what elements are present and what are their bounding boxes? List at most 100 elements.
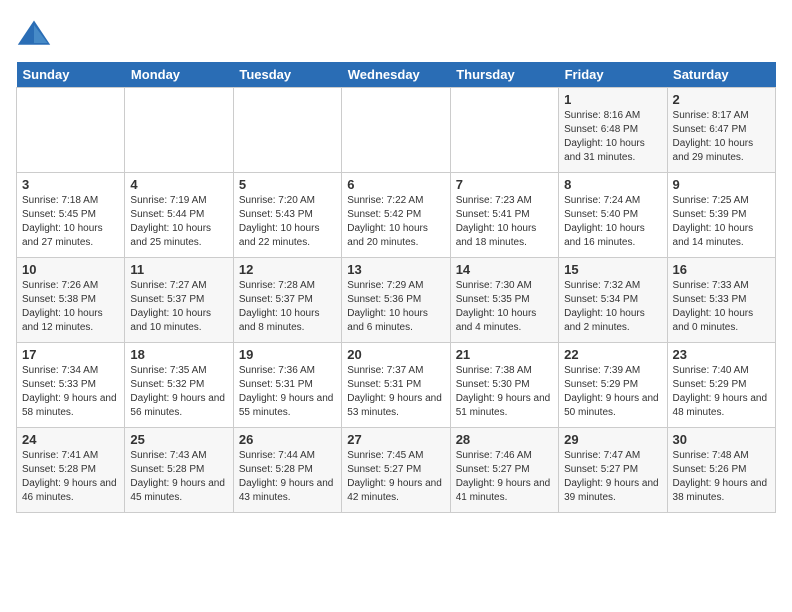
header-monday: Monday [125,62,233,88]
header-friday: Friday [559,62,667,88]
calendar-cell-w2-d3: 6 Sunrise: 7:22 AM Sunset: 5:42 PM Daylig… [342,173,450,258]
day-number: 2 [673,92,770,107]
day-info: Sunrise: 7:29 AM Sunset: 5:36 PM Dayligh… [347,279,444,335]
day-number: 12 [239,262,336,277]
day-number: 25 [130,432,227,447]
day-info: Sunrise: 7:25 AM Sunset: 5:39 PM Dayligh… [673,194,770,250]
calendar-cell-w4-d3: 20 Sunrise: 7:37 AM Sunset: 5:31 PM Dayli… [342,343,450,428]
day-number: 1 [564,92,661,107]
day-info: Sunrise: 7:35 AM Sunset: 5:32 PM Dayligh… [130,364,227,420]
day-number: 21 [456,347,553,362]
calendar-cell-w1-d1 [125,88,233,173]
calendar-header-row: SundayMondayTuesdayWednesdayThursdayFrid… [17,62,776,88]
header-sunday: Sunday [17,62,125,88]
calendar-cell-w5-d3: 27 Sunrise: 7:45 AM Sunset: 5:27 PM Dayli… [342,428,450,513]
day-number: 17 [22,347,119,362]
calendar-cell-w3-d3: 13 Sunrise: 7:29 AM Sunset: 5:36 PM Dayli… [342,258,450,343]
calendar-cell-w2-d2: 5Sunrise: 7:20 AM Sunset: 5:43 PM Daylig… [233,173,341,258]
week-row-5: 24 Sunrise: 7:41 AM Sunset: 5:28 PM Dayli… [17,428,776,513]
week-row-2: 3 Sunrise: 7:18 AM Sunset: 5:45 PM Daylig… [17,173,776,258]
calendar-cell-w1-d4 [450,88,558,173]
day-info: Sunrise: 7:44 AM Sunset: 5:28 PM Dayligh… [239,449,336,505]
day-number: 6 [347,177,444,192]
calendar-cell-w4-d6: 23Sunrise: 7:40 AM Sunset: 5:29 PM Dayli… [667,343,775,428]
calendar-cell-w3-d2: 12 Sunrise: 7:28 AM Sunset: 5:37 PM Dayli… [233,258,341,343]
day-info: Sunrise: 7:45 AM Sunset: 5:27 PM Dayligh… [347,449,444,505]
day-info: Sunrise: 8:17 AM Sunset: 6:47 PM Dayligh… [673,109,770,165]
header-wednesday: Wednesday [342,62,450,88]
day-info: Sunrise: 8:16 AM Sunset: 6:48 PM Dayligh… [564,109,661,165]
calendar-cell-w5-d2: 26 Sunrise: 7:44 AM Sunset: 5:28 PM Dayli… [233,428,341,513]
day-info: Sunrise: 7:19 AM Sunset: 5:44 PM Dayligh… [130,194,227,250]
calendar-cell-w2-d5: 8 Sunrise: 7:24 AM Sunset: 5:40 PM Daylig… [559,173,667,258]
day-number: 3 [22,177,119,192]
day-info: Sunrise: 7:30 AM Sunset: 5:35 PM Dayligh… [456,279,553,335]
day-number: 20 [347,347,444,362]
calendar-cell-w1-d5: 1 Sunrise: 8:16 AM Sunset: 6:48 PM Daylig… [559,88,667,173]
day-info: Sunrise: 7:33 AM Sunset: 5:33 PM Dayligh… [673,279,770,335]
day-info: Sunrise: 7:48 AM Sunset: 5:26 PM Dayligh… [673,449,770,505]
calendar-cell-w5-d6: 30 Sunrise: 7:48 AM Sunset: 5:26 PM Dayli… [667,428,775,513]
day-number: 27 [347,432,444,447]
day-number: 30 [673,432,770,447]
header-tuesday: Tuesday [233,62,341,88]
day-number: 22 [564,347,661,362]
day-number: 16 [673,262,770,277]
calendar-cell-w2-d4: 7 Sunrise: 7:23 AM Sunset: 5:41 PM Daylig… [450,173,558,258]
day-number: 15 [564,262,661,277]
calendar-cell-w1-d2 [233,88,341,173]
day-number: 29 [564,432,661,447]
logo-icon [16,16,52,52]
header [16,16,776,52]
day-info: Sunrise: 7:18 AM Sunset: 5:45 PM Dayligh… [22,194,119,250]
day-number: 13 [347,262,444,277]
day-number: 8 [564,177,661,192]
header-thursday: Thursday [450,62,558,88]
calendar-cell-w1-d0 [17,88,125,173]
day-info: Sunrise: 7:36 AM Sunset: 5:31 PM Dayligh… [239,364,336,420]
day-info: Sunrise: 7:37 AM Sunset: 5:31 PM Dayligh… [347,364,444,420]
calendar-cell-w3-d0: 10 Sunrise: 7:26 AM Sunset: 5:38 PM Dayli… [17,258,125,343]
calendar-cell-w5-d0: 24 Sunrise: 7:41 AM Sunset: 5:28 PM Dayli… [17,428,125,513]
day-info: Sunrise: 7:24 AM Sunset: 5:40 PM Dayligh… [564,194,661,250]
day-info: Sunrise: 7:43 AM Sunset: 5:28 PM Dayligh… [130,449,227,505]
day-info: Sunrise: 7:41 AM Sunset: 5:28 PM Dayligh… [22,449,119,505]
calendar-cell-w4-d1: 18 Sunrise: 7:35 AM Sunset: 5:32 PM Dayli… [125,343,233,428]
day-number: 26 [239,432,336,447]
day-number: 5 [239,177,336,192]
day-number: 14 [456,262,553,277]
day-number: 19 [239,347,336,362]
day-number: 10 [22,262,119,277]
calendar-cell-w3-d4: 14 Sunrise: 7:30 AM Sunset: 5:35 PM Dayli… [450,258,558,343]
day-info: Sunrise: 7:32 AM Sunset: 5:34 PM Dayligh… [564,279,661,335]
calendar-table: SundayMondayTuesdayWednesdayThursdayFrid… [16,62,776,513]
header-saturday: Saturday [667,62,775,88]
day-number: 11 [130,262,227,277]
day-number: 9 [673,177,770,192]
calendar-cell-w4-d2: 19 Sunrise: 7:36 AM Sunset: 5:31 PM Dayli… [233,343,341,428]
calendar-cell-w5-d5: 29 Sunrise: 7:47 AM Sunset: 5:27 PM Dayli… [559,428,667,513]
calendar-cell-w1-d3 [342,88,450,173]
day-info: Sunrise: 7:34 AM Sunset: 5:33 PM Dayligh… [22,364,119,420]
week-row-1: 1 Sunrise: 8:16 AM Sunset: 6:48 PM Daylig… [17,88,776,173]
day-number: 24 [22,432,119,447]
day-info: Sunrise: 7:23 AM Sunset: 5:41 PM Dayligh… [456,194,553,250]
week-row-3: 10 Sunrise: 7:26 AM Sunset: 5:38 PM Dayli… [17,258,776,343]
day-info: Sunrise: 7:40 AM Sunset: 5:29 PM Dayligh… [673,364,770,420]
day-info: Sunrise: 7:22 AM Sunset: 5:42 PM Dayligh… [347,194,444,250]
day-info: Sunrise: 7:26 AM Sunset: 5:38 PM Dayligh… [22,279,119,335]
day-number: 7 [456,177,553,192]
day-info: Sunrise: 7:27 AM Sunset: 5:37 PM Dayligh… [130,279,227,335]
logo [16,16,56,52]
day-number: 28 [456,432,553,447]
calendar-cell-w4-d0: 17 Sunrise: 7:34 AM Sunset: 5:33 PM Dayli… [17,343,125,428]
calendar-cell-w5-d1: 25 Sunrise: 7:43 AM Sunset: 5:28 PM Dayli… [125,428,233,513]
day-info: Sunrise: 7:47 AM Sunset: 5:27 PM Dayligh… [564,449,661,505]
day-info: Sunrise: 7:46 AM Sunset: 5:27 PM Dayligh… [456,449,553,505]
calendar-cell-w1-d6: 2 Sunrise: 8:17 AM Sunset: 6:47 PM Daylig… [667,88,775,173]
day-info: Sunrise: 7:38 AM Sunset: 5:30 PM Dayligh… [456,364,553,420]
calendar-cell-w2-d1: 4Sunrise: 7:19 AM Sunset: 5:44 PM Daylig… [125,173,233,258]
calendar-cell-w4-d5: 22Sunrise: 7:39 AM Sunset: 5:29 PM Dayli… [559,343,667,428]
day-info: Sunrise: 7:28 AM Sunset: 5:37 PM Dayligh… [239,279,336,335]
day-number: 18 [130,347,227,362]
